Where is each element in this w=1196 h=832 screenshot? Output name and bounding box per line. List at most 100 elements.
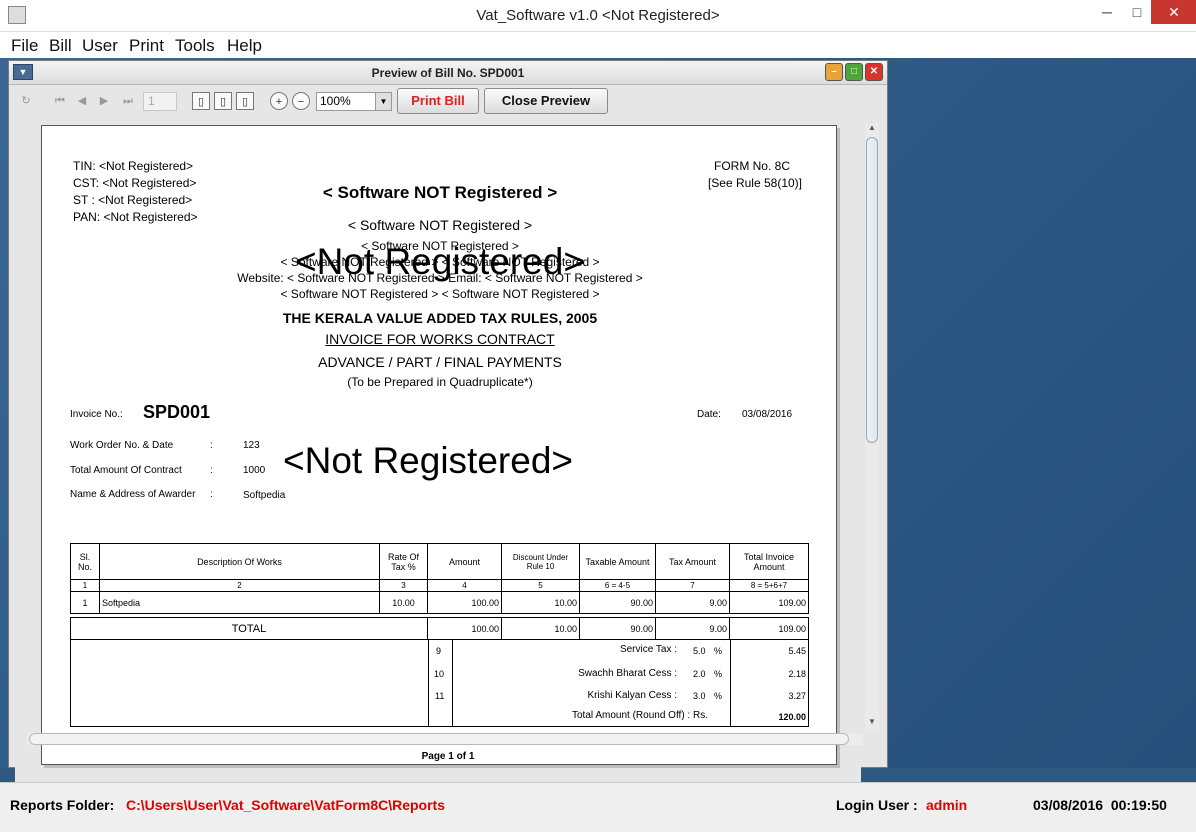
- total-cell: 100.00: [427, 617, 502, 640]
- column-number: 3: [379, 579, 428, 592]
- close-window-button[interactable]: ✕: [1151, 0, 1196, 24]
- maximize-button[interactable]: □: [1120, 0, 1154, 24]
- colon: :: [210, 489, 213, 500]
- tax-value: 5.45: [788, 646, 806, 656]
- scroll-down-icon[interactable]: ▼: [868, 717, 876, 726]
- header-cell: Rate Of Tax %: [379, 543, 428, 580]
- column-number: 8 = 5+6+7: [729, 579, 809, 592]
- header-cell: Amount: [427, 543, 502, 580]
- menu-help[interactable]: Help: [227, 36, 262, 56]
- vertical-scrollbar[interactable]: ▲ ▼: [865, 123, 879, 731]
- column-number-row: 1 2 3 4 5 6 = 4-5 7 8 = 5+6+7: [70, 579, 809, 592]
- menu-tools[interactable]: Tools: [175, 36, 215, 56]
- page-indicator: Page 1 of 1: [421, 751, 475, 762]
- tax-value: 3.27: [788, 691, 806, 701]
- close-preview-button[interactable]: Close Preview: [484, 88, 608, 114]
- tax-label: Krishi Kalyan Cess :: [587, 690, 677, 701]
- total-label: TOTAL: [70, 617, 428, 640]
- tax-rate: 5.0: [693, 646, 706, 656]
- column-number: 4: [427, 579, 502, 592]
- table-header-row: Sl. No. Description Of Works Rate Of Tax…: [70, 543, 809, 580]
- report-page: TIN: <Not Registered> CST: <Not Register…: [41, 125, 837, 765]
- status-bar: Reports Folder: C:\Users\User\Vat_Softwa…: [0, 782, 1196, 832]
- menu-user[interactable]: User: [82, 36, 118, 56]
- tax-no: 10: [434, 669, 445, 679]
- scroll-up-icon[interactable]: ▲: [868, 123, 876, 132]
- fit-width-icon[interactable]: ▯: [236, 92, 254, 110]
- quadruplicate-note: (To be Prepared in Quadruplicate*): [347, 375, 533, 389]
- awarder-label: Name & Address of Awarder: [70, 489, 196, 500]
- totals-table: TOTAL 100.00 10.00 90.00 9.00 109.00: [70, 617, 809, 640]
- invoice-label: Invoice No.:: [70, 409, 123, 420]
- tax-no: 9: [436, 646, 442, 656]
- menu-bill[interactable]: Bill: [49, 36, 72, 56]
- tax-no: 11: [435, 691, 445, 701]
- zoom-value: 100%: [320, 94, 351, 108]
- page-number-input[interactable]: 1: [143, 92, 177, 111]
- work-order-label: Work Order No. & Date: [70, 440, 174, 451]
- print-bill-button[interactable]: Print Bill: [397, 88, 479, 114]
- header-cell: Description Of Works: [99, 543, 380, 580]
- total-cell: 10.00: [501, 617, 580, 640]
- row-cell: Softpedia: [99, 591, 380, 614]
- window-titlebar: Vat_Software v1.0 <Not Registered> ─ □ ✕: [0, 0, 1196, 32]
- address-line-3: < Software NOT Registered > < Software N…: [280, 287, 600, 301]
- column-number: 1: [70, 579, 100, 592]
- maximize-icon[interactable]: □: [845, 63, 863, 81]
- tax-percent: %: [714, 646, 723, 656]
- contract-value: 1000: [243, 465, 266, 476]
- reports-folder-label: Reports Folder:: [10, 797, 115, 813]
- header-cell: Total Invoice Amount: [729, 543, 809, 580]
- previous-page-icon[interactable]: ◀: [73, 92, 91, 110]
- last-page-icon[interactable]: ⏭: [119, 92, 137, 110]
- form-number: FORM No. 8C: [713, 159, 790, 173]
- horizontal-scroll-thumb[interactable]: [29, 733, 849, 745]
- invoice-table: Sl. No. Description Of Works Rate Of Tax…: [70, 543, 809, 614]
- first-page-icon[interactable]: ⏮: [51, 92, 69, 110]
- fit-page-icon[interactable]: ▯: [214, 92, 232, 110]
- tax-value: 2.18: [788, 669, 806, 679]
- preview-titlebar: ▼ Preview of Bill No. SPD001 – □ ✕: [9, 61, 887, 85]
- round-off-value: 120.00: [778, 712, 806, 722]
- next-page-icon[interactable]: ▶: [95, 92, 113, 110]
- iconify-icon[interactable]: –: [825, 63, 843, 81]
- row-cell: 109.00: [729, 591, 809, 614]
- row-cell: 90.00: [579, 591, 656, 614]
- watermark-middle: <Not Registered>: [283, 440, 574, 481]
- tin-text: TIN: <Not Registered>: [73, 159, 194, 173]
- invoice-number: SPD001: [143, 402, 211, 422]
- row-cell: 9.00: [655, 591, 730, 614]
- tax-percent: %: [714, 691, 723, 701]
- colon: :: [210, 440, 213, 451]
- status-datetime: 03/08/2016 00:19:50: [1033, 797, 1167, 813]
- menu-print[interactable]: Print: [129, 36, 164, 56]
- zoom-in-icon[interactable]: +: [270, 92, 288, 110]
- total-cell: 109.00: [729, 617, 809, 640]
- actual-size-icon[interactable]: ▯: [192, 92, 210, 110]
- round-off-label: Total Amount (Round Off) : Rs.: [572, 710, 708, 721]
- vertical-scroll-thumb[interactable]: [866, 137, 878, 443]
- preview-title: Preview of Bill No. SPD001: [371, 66, 525, 80]
- reports-folder-path: C:\Users\User\Vat_Software\VatForm8C\Rep…: [126, 797, 445, 813]
- horizontal-scrollbar[interactable]: [27, 733, 863, 745]
- menu-file[interactable]: File: [11, 36, 38, 56]
- colon: :: [210, 465, 213, 476]
- row-cell: 100.00: [427, 591, 502, 614]
- zoom-select[interactable]: 100% ▼: [316, 92, 392, 111]
- window-title: Vat_Software v1.0 <Not Registered>: [476, 7, 720, 24]
- reload-icon[interactable]: ↻: [17, 92, 35, 110]
- close-icon[interactable]: ✕: [865, 63, 883, 81]
- row-cell: 10.00: [501, 591, 580, 614]
- chevron-down-icon[interactable]: ▼: [375, 93, 391, 110]
- act-title: THE KERALA VALUE ADDED TAX RULES, 2005: [282, 310, 598, 326]
- preview-window: ▼ Preview of Bill No. SPD001 – □ ✕ ↻ ⏮ ◀…: [8, 60, 888, 795]
- invoice-heading: INVOICE FOR WORKS CONTRACT: [325, 331, 555, 347]
- tax-label: Swachh Bharat Cess :: [578, 668, 677, 679]
- tax-label: Service Tax :: [619, 644, 677, 655]
- company-name: < Software NOT Registered >: [322, 183, 558, 202]
- company-subtitle: < Software NOT Registered >: [347, 217, 533, 233]
- minimize-button[interactable]: ─: [1090, 0, 1124, 24]
- total-cell: 90.00: [579, 617, 656, 640]
- zoom-out-icon[interactable]: −: [292, 92, 310, 110]
- row-cell: 10.00: [379, 591, 428, 614]
